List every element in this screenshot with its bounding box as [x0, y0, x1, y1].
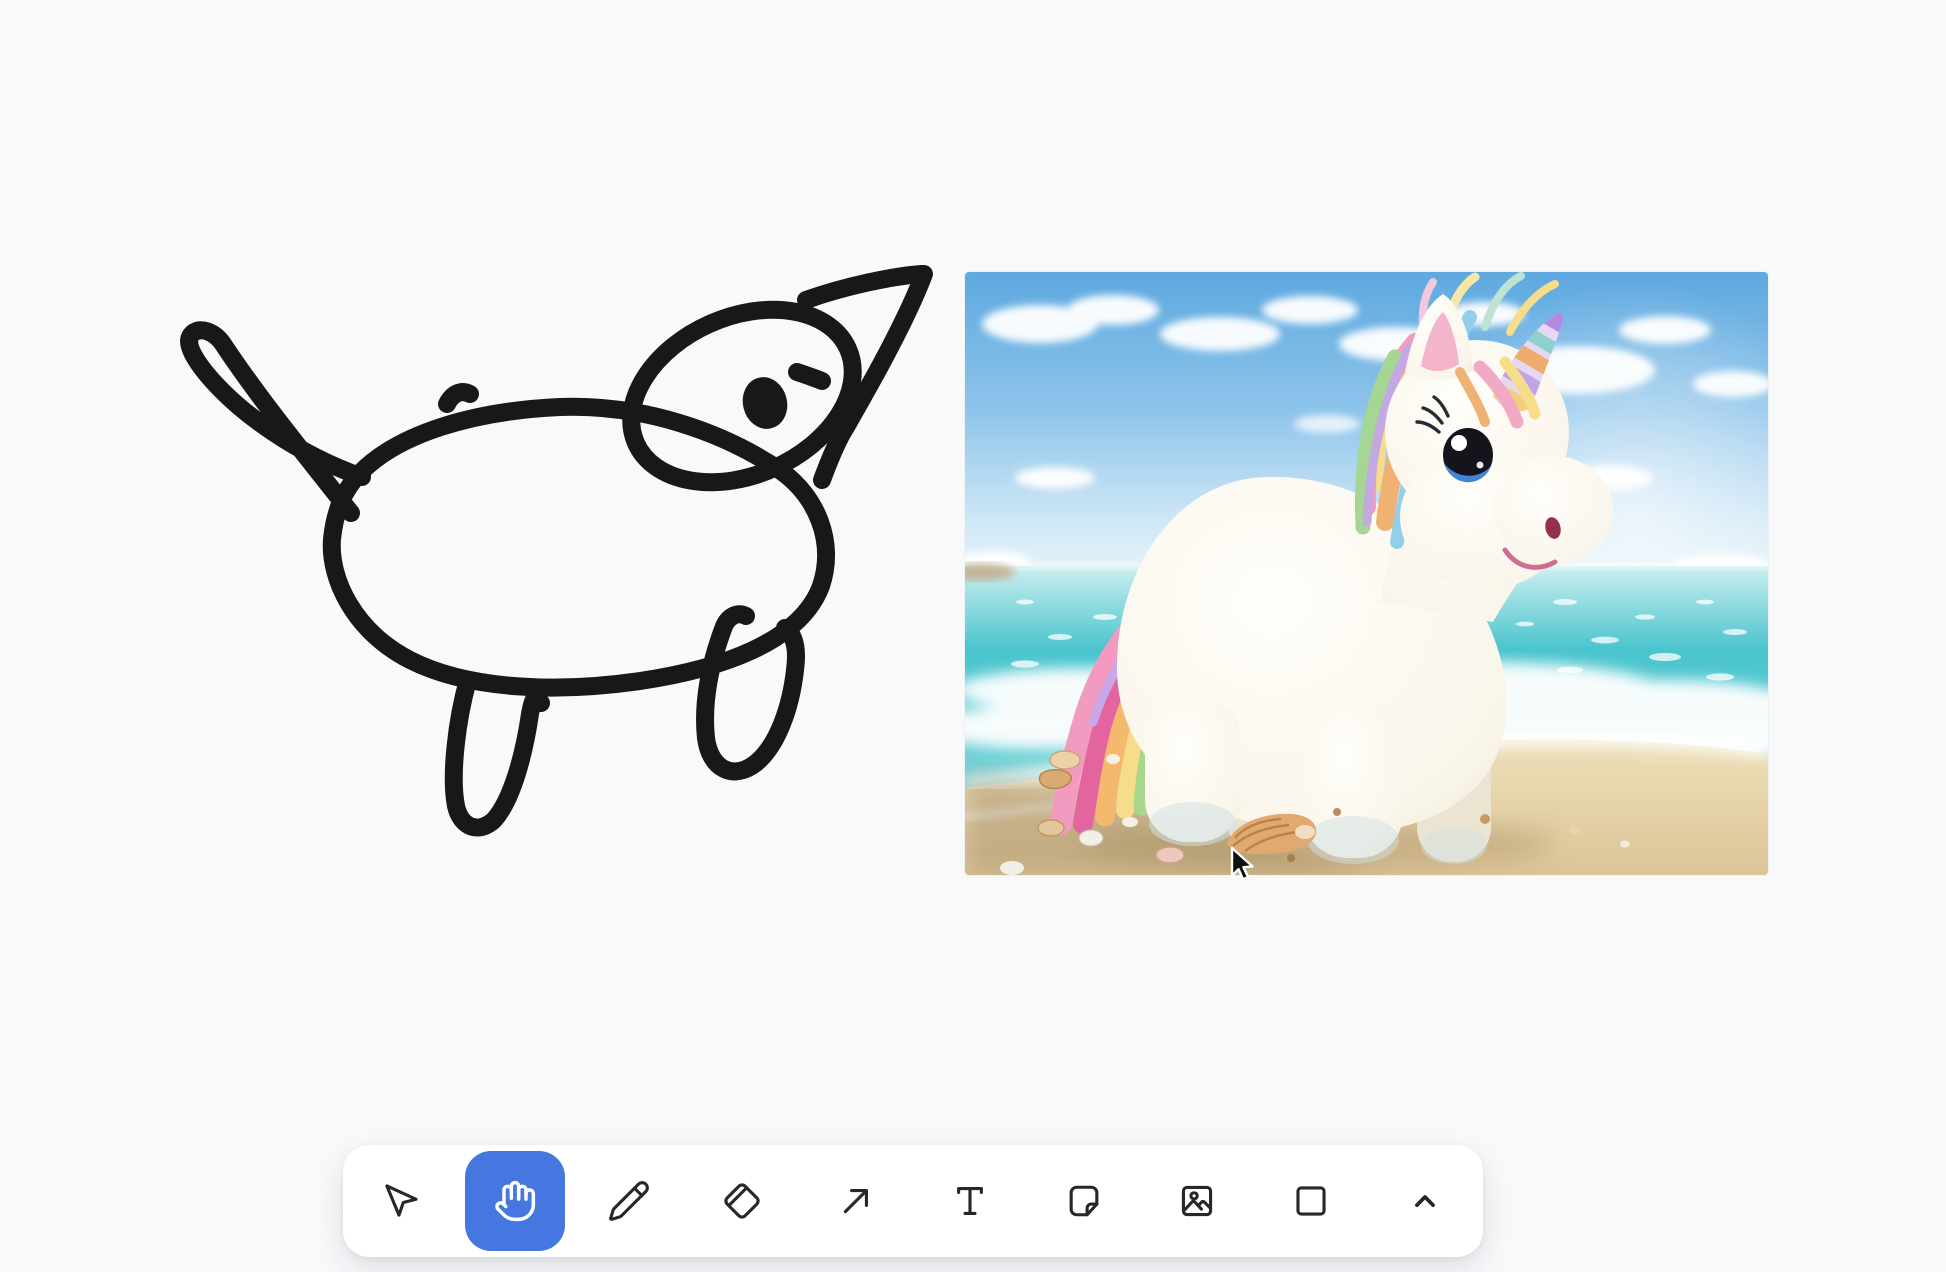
doodle-horn — [797, 274, 924, 480]
tool-image-button[interactable] — [1147, 1151, 1247, 1251]
cursor-icon — [379, 1179, 423, 1223]
generated-unicorn-image[interactable] — [965, 272, 1768, 875]
tool-shape-button[interactable] — [1261, 1151, 1361, 1251]
pencil-icon — [607, 1179, 651, 1223]
eraser-icon — [720, 1179, 764, 1223]
tool-hand-button[interactable] — [465, 1151, 565, 1251]
tool-select-button[interactable] — [351, 1151, 451, 1251]
doodle-back-tick — [447, 392, 470, 404]
doodle-body — [332, 407, 826, 688]
doodle-tail — [189, 330, 362, 513]
shape-icon — [1289, 1179, 1333, 1223]
doodle-back-leg — [705, 614, 796, 771]
tool-pencil-button[interactable] — [579, 1151, 679, 1251]
arrow-icon — [834, 1179, 878, 1223]
tool-dock — [343, 1145, 1483, 1257]
tool-eraser-button[interactable] — [692, 1151, 792, 1251]
tool-arrow-button[interactable] — [806, 1151, 906, 1251]
text-icon — [948, 1179, 992, 1223]
doodle-front-leg — [454, 680, 541, 828]
tool-text-button[interactable] — [920, 1151, 1020, 1251]
doodle-head — [604, 277, 880, 516]
chevron-up-icon — [1403, 1179, 1447, 1223]
doodle-eye — [748, 383, 781, 422]
image-icon — [1175, 1179, 1219, 1223]
tool-sticky-note-button[interactable] — [1034, 1151, 1134, 1251]
whiteboard-canvas[interactable] — [0, 0, 1946, 1272]
tool-more-button[interactable] — [1375, 1151, 1475, 1251]
sticky-note-icon — [1062, 1179, 1106, 1223]
hand-icon — [493, 1179, 537, 1223]
